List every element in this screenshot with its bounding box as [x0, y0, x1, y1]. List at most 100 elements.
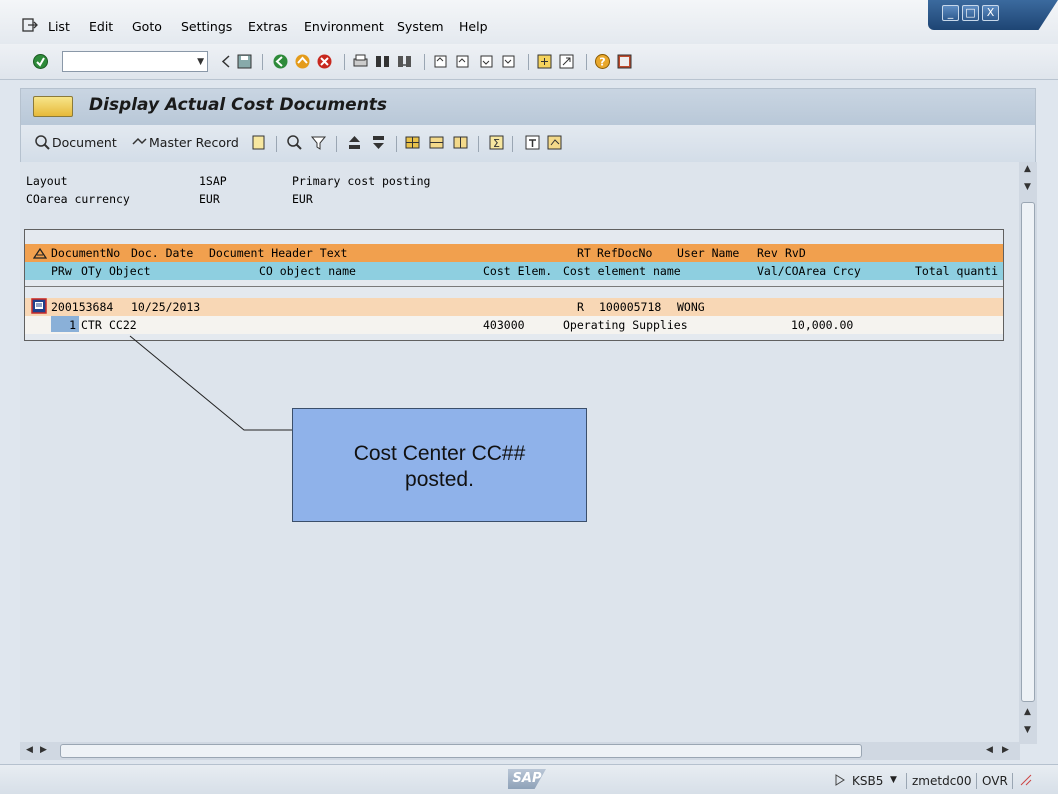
cell-document-no: 200153684 — [51, 300, 114, 314]
exit-menu-icon[interactable] — [22, 17, 38, 33]
resize-grip-icon[interactable] — [1018, 772, 1032, 786]
chevron-down-icon[interactable]: ▼ — [890, 775, 897, 785]
cell-cost-elem: 403000 — [483, 318, 525, 332]
back-icon[interactable] — [272, 53, 289, 70]
scroll-left-icon[interactable]: ◀ — [986, 745, 993, 755]
menu-icon[interactable] — [33, 96, 73, 117]
filter-icon[interactable] — [310, 134, 327, 151]
create-session-icon[interactable] — [536, 53, 553, 70]
title-bar: Display Actual Cost Documents — [21, 89, 1035, 125]
export-icon[interactable] — [524, 134, 541, 151]
total-sum-icon[interactable]: Σ — [488, 134, 505, 151]
currency-value-2: EUR — [292, 192, 313, 206]
horizontal-scroll-thumb[interactable] — [60, 744, 862, 758]
save-layout-icon[interactable] — [452, 134, 469, 151]
document-button[interactable]: Document — [52, 135, 117, 150]
select-layout-icon[interactable] — [404, 134, 421, 151]
col-co-object-name[interactable]: CO object name — [259, 264, 356, 278]
cancel-icon[interactable] — [316, 53, 333, 70]
find-icon[interactable] — [374, 53, 391, 70]
last-page-icon[interactable] — [500, 53, 517, 70]
toolbar-separator — [276, 136, 277, 152]
horizontal-scrollbar[interactable]: ◀ ▶ ◀ ▶ — [20, 742, 1020, 760]
choose-detail-icon[interactable] — [250, 134, 267, 151]
col-cost-elem[interactable]: Cost Elem. — [483, 264, 552, 278]
col-rt[interactable]: RT — [577, 246, 591, 260]
scroll-right-icon[interactable]: ▶ — [40, 745, 47, 755]
menu-goto[interactable]: Goto — [132, 19, 162, 34]
col-rev[interactable]: Rev — [757, 246, 778, 260]
sort-descending-icon[interactable] — [370, 134, 387, 151]
help-icon[interactable]: ? — [594, 53, 611, 70]
exit-icon[interactable] — [294, 53, 311, 70]
col-value-coarea-crcy[interactable]: Val/COArea Crcy — [757, 264, 861, 278]
col-document-no[interactable]: DocumentNo — [51, 246, 120, 260]
master-record-button[interactable]: Master Record — [149, 135, 239, 150]
expand-all-icon[interactable] — [33, 246, 47, 260]
col-cost-element-name[interactable]: Cost element name — [563, 264, 681, 278]
scroll-up-icon[interactable]: ▲ — [1024, 164, 1031, 174]
table-row[interactable]: 1 CTR CC22 403000 Operating Supplies 10,… — [25, 316, 1003, 334]
close-button[interactable]: X — [982, 5, 999, 21]
currency-label: COarea currency — [26, 192, 130, 206]
svg-text:Σ: Σ — [493, 137, 500, 150]
vertical-scrollbar[interactable]: ▲ ▼ ▲ ▼ — [1019, 162, 1037, 744]
shortcut-icon[interactable] — [558, 53, 575, 70]
next-page-icon[interactable] — [478, 53, 495, 70]
abc-analysis-icon[interactable] — [546, 134, 563, 151]
cell-prw: 1 — [51, 316, 79, 332]
col-oty[interactable]: OTy — [81, 264, 102, 278]
document-list: DocumentNo Doc. Date Document Header Tex… — [24, 229, 1004, 341]
enter-check-icon[interactable] — [32, 53, 49, 70]
scroll-down-icon[interactable]: ▼ — [1024, 725, 1031, 735]
menu-extras[interactable]: Extras — [248, 19, 288, 34]
col-ref-doc-no[interactable]: RefDocNo — [597, 246, 652, 260]
scroll-down-icon[interactable]: ▼ — [1024, 182, 1031, 192]
document-icon — [35, 135, 50, 150]
status-triangle-icon[interactable] — [834, 774, 846, 786]
callout-box: Cost Center CC## posted. — [292, 408, 587, 522]
collapse-arrow-icon[interactable] — [218, 53, 235, 70]
col-prw[interactable]: PRw — [51, 264, 72, 278]
col-total-quantity[interactable]: Total quanti — [915, 264, 998, 278]
maximize-button[interactable]: □ — [962, 5, 979, 21]
customize-layout-icon[interactable] — [616, 53, 633, 70]
change-layout-icon[interactable] — [428, 134, 445, 151]
table-row[interactable]: 200153684 10/25/2013 R 100005718 WONG — [25, 298, 1003, 316]
command-field[interactable]: ▼ — [62, 51, 208, 72]
find-next-icon[interactable] — [396, 53, 413, 70]
zoom-icon[interactable] — [286, 134, 303, 151]
scroll-right-icon[interactable]: ▶ — [1002, 745, 1009, 755]
list-divider — [25, 286, 1003, 287]
minimize-button[interactable]: _ — [942, 5, 959, 21]
previous-page-icon[interactable] — [454, 53, 471, 70]
sort-ascending-icon[interactable] — [346, 134, 363, 151]
col-document-header-text[interactable]: Document Header Text — [209, 246, 347, 260]
save-icon[interactable] — [236, 53, 253, 70]
col-rvd[interactable]: RvD — [785, 246, 806, 260]
menu-list[interactable]: List — [48, 19, 70, 34]
toolbar-separator — [424, 54, 425, 70]
print-icon[interactable] — [352, 53, 369, 70]
menu-environment[interactable]: Environment — [304, 19, 384, 34]
callout-text: Cost Center CC## posted. — [353, 442, 526, 491]
first-page-icon[interactable] — [432, 53, 449, 70]
toolbar-separator — [336, 136, 337, 152]
menu-settings[interactable]: Settings — [181, 19, 232, 34]
col-user-name[interactable]: User Name — [677, 246, 739, 260]
chevron-down-icon[interactable]: ▼ — [197, 57, 204, 67]
vertical-scroll-thumb[interactable] — [1021, 202, 1035, 702]
scroll-up-icon[interactable]: ▲ — [1024, 707, 1031, 717]
menu-help[interactable]: Help — [459, 19, 488, 34]
col-object[interactable]: Object — [109, 264, 151, 278]
col-doc-date[interactable]: Doc. Date — [131, 246, 193, 260]
scroll-left-icon[interactable]: ◀ — [26, 745, 33, 755]
menu-system[interactable]: System — [397, 19, 444, 34]
document-detail-icon[interactable] — [31, 298, 47, 314]
master-record-icon — [132, 137, 147, 145]
input-mode[interactable]: OVR — [982, 774, 1008, 788]
cell-value: 10,000.00 — [791, 318, 854, 332]
transaction-code[interactable]: KSB5 — [852, 774, 883, 788]
toolbar-separator — [586, 54, 587, 70]
menu-edit[interactable]: Edit — [89, 19, 113, 34]
